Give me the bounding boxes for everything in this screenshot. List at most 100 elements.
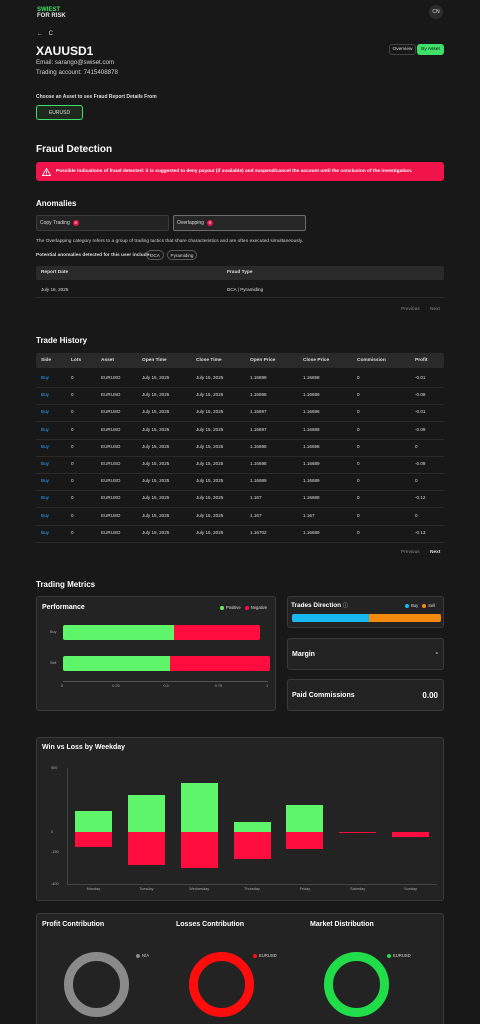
divider	[36, 297, 444, 298]
table-cell: DCA | Pyramiding	[227, 287, 264, 292]
side-cell[interactable]: Buy	[41, 375, 49, 380]
brand-logo[interactable]: SWIEST FOR RISK	[37, 7, 66, 19]
tab-overview[interactable]: Overview	[389, 44, 416, 55]
trade-history-title: Trade History	[36, 336, 88, 345]
table-row[interactable]	[36, 474, 444, 491]
positive-bar	[63, 656, 170, 671]
contributions-card: Profit Contribution Losses Contribution …	[36, 913, 444, 1024]
side-cell[interactable]: Buy	[41, 530, 49, 535]
table-row[interactable]	[36, 371, 444, 388]
table-cell: 1.16689	[250, 478, 267, 484]
win-bar	[233, 822, 271, 833]
pagination-previous[interactable]: Previous	[401, 307, 420, 312]
y-tick-label: -150	[51, 849, 59, 854]
margin-value: -	[435, 650, 438, 657]
side-cell[interactable]: Buy	[41, 427, 49, 432]
table-cell: EURUSD	[101, 409, 121, 415]
arrow-left-icon: ←	[37, 31, 43, 37]
legend-dot-positive	[220, 605, 224, 610]
trading-account: Trading account: 7415408878	[36, 69, 118, 76]
account-email: Email: sarango@swiset.com	[36, 59, 115, 66]
table-cell: July 15, 2025	[142, 443, 170, 449]
side-cell[interactable]: Buy	[41, 409, 49, 414]
table-row[interactable]	[36, 509, 444, 526]
table-cell: EURUSD	[101, 443, 121, 449]
loss-bar	[180, 832, 218, 868]
back-button[interactable]: ← C	[37, 31, 53, 37]
category-label: Sell	[50, 661, 57, 665]
table-row[interactable]	[36, 423, 444, 440]
pagination-next[interactable]: Next	[430, 550, 440, 555]
asset-selector-label: Choose an Asset to see Fraud Report Deta…	[36, 94, 157, 100]
losses-legend: EURUSD	[249, 953, 277, 958]
legend-dot-negative	[244, 605, 249, 610]
column-header: Lots	[71, 358, 82, 363]
table-row[interactable]	[36, 388, 444, 405]
anomaly-tab-copy-trading[interactable]: Copy Trading ✕	[36, 215, 169, 231]
profit-legend: N/A	[132, 953, 149, 958]
column-header: Open Price	[250, 358, 276, 363]
table-cell: July 15, 2025	[196, 426, 224, 432]
side-cell[interactable]: Buy	[41, 444, 49, 449]
fraud-alert: Possible indications of fraud detected: …	[36, 162, 444, 181]
positive-bar	[63, 625, 174, 640]
info-icon[interactable]: ⓘ	[343, 603, 348, 609]
negative-bar	[169, 656, 271, 671]
column-header: Fraud Type	[227, 270, 253, 275]
tab-by-asset[interactable]: By Asset	[417, 44, 444, 55]
table-cell: 1.167	[250, 512, 262, 518]
table-cell: July 15, 2025	[142, 512, 170, 518]
table-row[interactable]	[36, 440, 444, 457]
legend-label-negative: Negative	[250, 605, 268, 610]
table-cell: 1.16697	[250, 409, 267, 415]
table-cell: -0.09	[415, 426, 426, 432]
paid-commissions-card: Paid Commissions 0.00	[287, 679, 444, 711]
win-bar	[127, 795, 165, 833]
loss-bar	[286, 832, 324, 849]
table-row[interactable]	[36, 491, 444, 508]
table-cell: 1.16697	[250, 426, 267, 432]
table-cell: July 15, 2025	[196, 375, 224, 380]
x-tick-label: 0	[61, 684, 64, 688]
column-header: Commission	[357, 358, 386, 363]
table-row[interactable]	[36, 457, 444, 474]
profit-donut	[64, 952, 129, 1017]
legend-label-sell: Sell	[428, 603, 436, 608]
side-cell[interactable]: Buy	[41, 478, 49, 483]
table-cell: July 15, 2025	[196, 392, 224, 398]
language-button[interactable]: CN	[429, 5, 443, 19]
logo-line-2: FOR RISK	[37, 13, 66, 19]
performance-title: Performance	[42, 604, 85, 611]
side-cell[interactable]: Buy	[41, 513, 49, 518]
account-symbol: XAUUSD1	[36, 44, 94, 58]
table-cell: July 15, 2025	[196, 461, 224, 466]
direction-legend: Buy Sell	[401, 603, 435, 608]
y-tick-label: 500	[51, 766, 58, 770]
pagination-previous[interactable]: Previous	[401, 550, 420, 555]
side-cell[interactable]: Buy	[41, 461, 49, 466]
x-tick-label: Monday	[86, 887, 101, 891]
close-icon[interactable]: ✕	[206, 220, 213, 226]
table-cell: 1.16688	[303, 495, 320, 501]
anomaly-tab-label: Overlapping	[177, 220, 204, 226]
table-cell: EURUSD	[101, 392, 121, 398]
table-cell: July 15, 2025	[196, 495, 224, 501]
side-cell[interactable]: Buy	[41, 392, 49, 397]
asset-button-eurusd[interactable]: EURUSD	[36, 105, 83, 120]
table-cell: 0	[415, 512, 418, 518]
table-cell: 1.16698	[303, 443, 320, 449]
table-row[interactable]	[36, 526, 444, 543]
table-row[interactable]	[36, 405, 444, 422]
close-icon[interactable]: ✕	[72, 220, 79, 226]
losses-donut	[189, 952, 254, 1017]
table-cell: 0	[71, 409, 74, 415]
tag-dca[interactable]: DCA	[146, 250, 164, 260]
x-tick-label: Thursday	[244, 887, 260, 891]
tag-pyramiding[interactable]: Pyramiding	[167, 250, 197, 260]
side-cell[interactable]: Buy	[41, 495, 49, 500]
pagination-next[interactable]: Next	[430, 307, 440, 312]
table-cell: 0	[357, 392, 360, 398]
negative-bar	[173, 625, 260, 640]
anomaly-tab-overlapping[interactable]: Overlapping ✕	[173, 215, 306, 231]
column-header: Close Price	[303, 358, 330, 363]
